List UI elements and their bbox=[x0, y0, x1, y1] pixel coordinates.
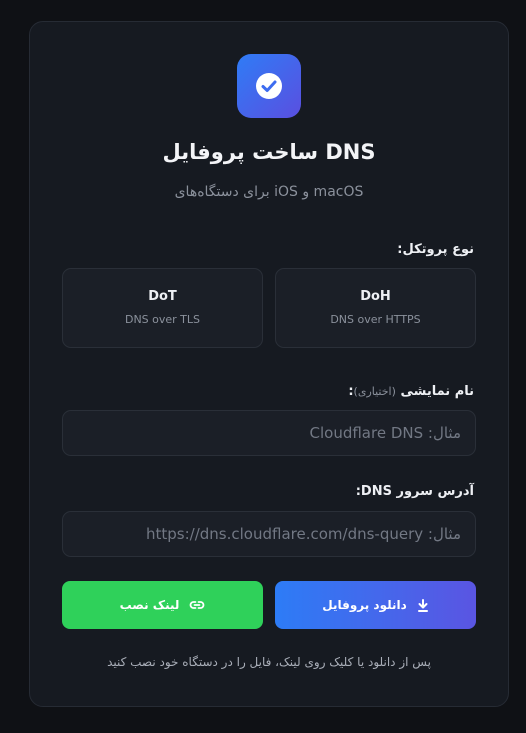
protocol-option-doh[interactable]: DoH DNS over HTTPS bbox=[275, 268, 476, 348]
protocol-option-name: DoH bbox=[360, 289, 391, 304]
profile-builder-card: ساخت پروفایل DNS برای دستگاه‌های iOS و m… bbox=[29, 21, 509, 707]
server-address-label: آدرس سرور DNS: bbox=[355, 484, 474, 499]
display-name-input[interactable] bbox=[62, 410, 476, 456]
page-subtitle: برای دستگاه‌های iOS و macOS bbox=[174, 184, 364, 200]
download-icon bbox=[417, 598, 429, 612]
link-icon bbox=[189, 600, 205, 610]
install-link-label: لینک نصب bbox=[119, 598, 180, 612]
download-profile-button[interactable]: دانلود پروفایل bbox=[275, 581, 476, 629]
check-circle-icon bbox=[237, 54, 301, 118]
protocol-option-description: DNS over TLS bbox=[124, 313, 201, 326]
server-address-input[interactable] bbox=[62, 511, 476, 557]
display-name-label-text: نام نمایشی bbox=[400, 384, 474, 399]
footer-note: پس از دانلود یا کلیک روی لینک، فایل را د… bbox=[107, 655, 431, 669]
protocol-option-description: DNS over HTTPS bbox=[330, 313, 421, 326]
page-title: ساخت پروفایل DNS bbox=[162, 140, 376, 164]
protocol-option-dot[interactable]: DoT DNS over TLS bbox=[62, 268, 263, 348]
display-name-label: نام نمایشی (اختیاری): bbox=[348, 384, 474, 399]
protocol-option-name: DoT bbox=[148, 289, 177, 304]
protocol-label: نوع پروتکل: bbox=[397, 242, 474, 257]
install-link-button[interactable]: لینک نصب bbox=[62, 581, 263, 629]
download-profile-label: دانلود پروفایل bbox=[322, 598, 407, 612]
optional-hint: (اختیاری) bbox=[353, 385, 396, 398]
